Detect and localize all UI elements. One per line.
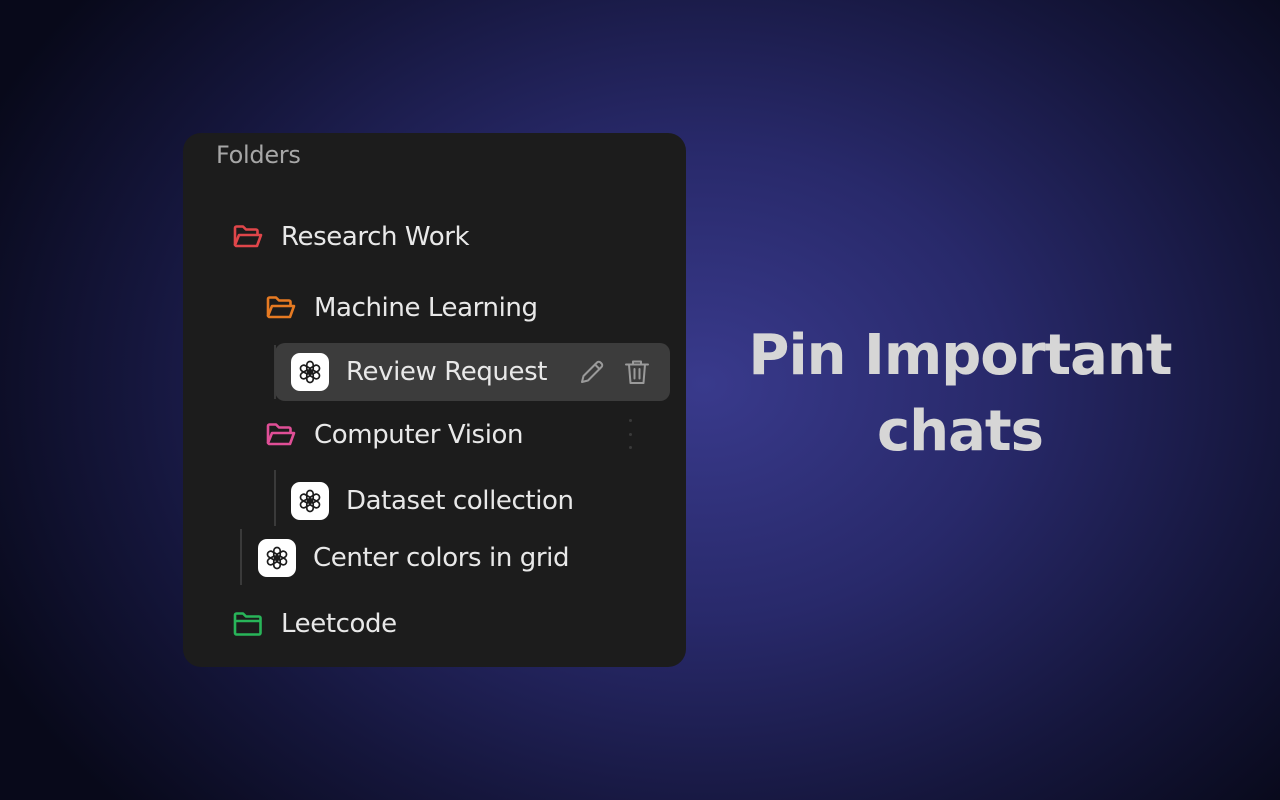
folder-label: Research Work (281, 222, 470, 252)
chat-review-request-content: Review Request (291, 351, 547, 393)
headline-line-2: chats (877, 399, 1044, 464)
chat-label: Dataset collection (346, 486, 574, 516)
folder-icon (232, 610, 264, 638)
more-vertical-icon[interactable] (626, 419, 634, 449)
chat-dataset-collection[interactable]: Dataset collection (291, 480, 574, 522)
chat-center-colors-in-grid[interactable]: Center colors in grid (258, 537, 570, 579)
openai-logo-icon (258, 539, 296, 577)
panel-title: Folders (216, 141, 301, 169)
pencil-icon[interactable] (576, 356, 608, 388)
headline-line-1: Pin Important (748, 323, 1172, 388)
headline: Pin Important chats (720, 318, 1200, 470)
folder-research-work[interactable]: Research Work (232, 216, 470, 258)
folder-label: Computer Vision (314, 420, 524, 450)
trash-icon[interactable] (621, 356, 653, 388)
folder-label: Leetcode (281, 609, 397, 639)
chat-label: Review Request (346, 357, 548, 387)
folder-label: Machine Learning (314, 293, 538, 323)
folders-panel: Folders Research Work Machine Learning R… (183, 133, 686, 667)
folder-open-icon (265, 421, 297, 449)
folder-machine-learning[interactable]: Machine Learning (265, 287, 538, 329)
openai-logo-icon (291, 482, 329, 520)
folder-open-icon (232, 223, 264, 251)
chat-label: Center colors in grid (313, 543, 570, 573)
tree-line (240, 529, 242, 585)
openai-logo-icon (291, 353, 329, 391)
folder-leetcode[interactable]: Leetcode (232, 603, 397, 645)
folder-open-icon (265, 294, 297, 322)
folder-computer-vision[interactable]: Computer Vision (265, 414, 524, 456)
tree-line (274, 470, 276, 526)
